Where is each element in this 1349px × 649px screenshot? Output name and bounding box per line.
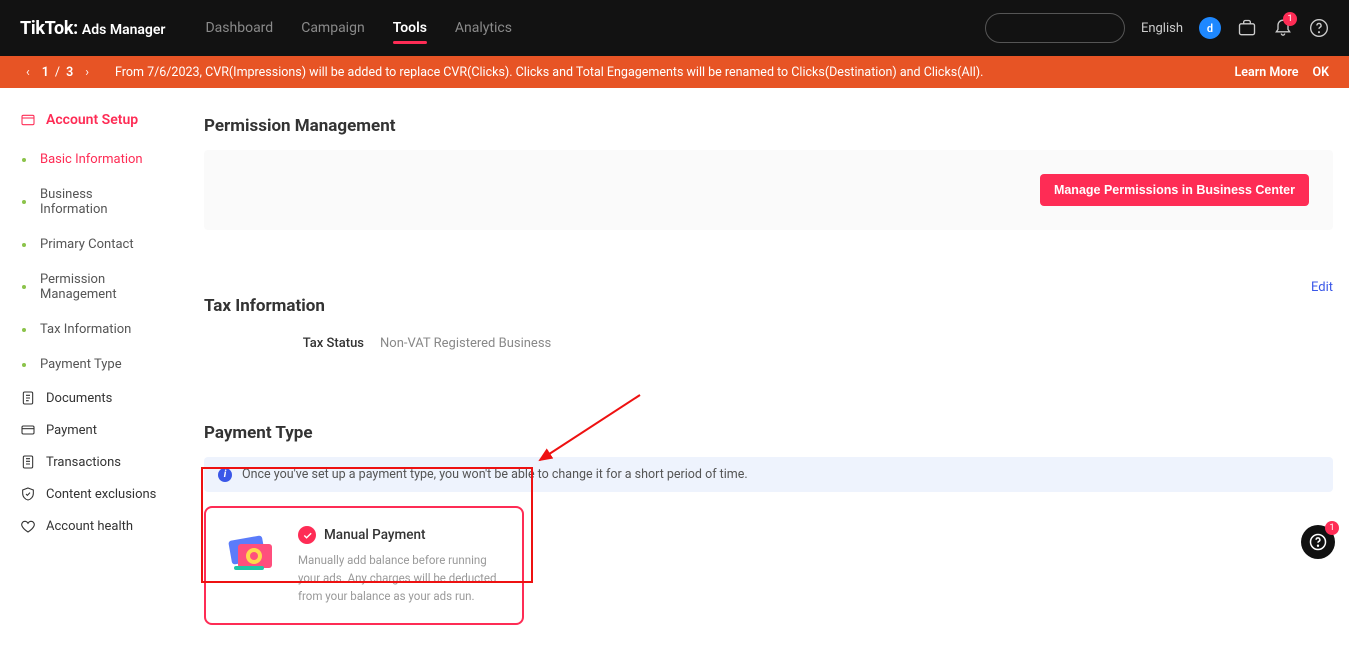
sidebar-sublist: Basic Information Business Information P… [0, 142, 179, 382]
payment-info: Manual Payment Manually add balance befo… [298, 526, 504, 605]
sidebar-payment[interactable]: Payment [0, 414, 179, 446]
nav-tools[interactable]: Tools [393, 2, 427, 54]
fab-badge: 1 [1325, 521, 1339, 535]
info-icon: i [218, 468, 232, 482]
account-setup-icon [20, 112, 36, 128]
briefcase-icon[interactable] [1237, 18, 1257, 38]
sidebar-transactions[interactable]: Transactions [0, 446, 179, 478]
sidebar-account-setup[interactable]: Account Setup [0, 106, 179, 134]
announce-prev[interactable]: ‹ [20, 65, 36, 80]
search-input[interactable] [985, 13, 1125, 43]
payment-title: Payment Type [204, 423, 1333, 457]
main-nav: Dashboard Campaign Tools Analytics [205, 2, 511, 54]
permission-management-section: Permission Management Manage Permissions… [204, 98, 1333, 254]
selected-check-icon [298, 526, 316, 544]
permission-title: Permission Management [204, 116, 1333, 150]
payment-banner-text: Once you've set up a payment type, you w… [242, 467, 748, 482]
payment-illustration [224, 526, 280, 582]
avatar[interactable]: d [1199, 17, 1221, 39]
heart-icon [20, 518, 36, 534]
nav-campaign[interactable]: Campaign [301, 2, 364, 54]
notification-badge: 1 [1283, 12, 1297, 26]
sidebar-item-business-information[interactable]: Business Information [0, 177, 179, 227]
payment-icon [20, 422, 36, 438]
sidebar-item-tax-information[interactable]: Tax Information [0, 312, 179, 347]
brand-sub: Ads Manager [82, 22, 166, 38]
announce-learn-more[interactable]: Learn More [1235, 65, 1299, 80]
manual-payment-option[interactable]: Manual Payment Manually add balance befo… [204, 506, 524, 625]
announce-sep: / [55, 65, 60, 80]
announce-next[interactable]: › [79, 65, 95, 80]
tax-title: Tax Information [204, 296, 1333, 330]
announce-message: From 7/6/2023, CVR(Impressions) will be … [115, 65, 983, 80]
question-icon [1309, 533, 1327, 551]
top-header: TikTok: Ads Manager Dashboard Campaign T… [0, 0, 1349, 56]
tax-status-row: Tax Status Non-VAT Registered Business [204, 330, 1333, 357]
nav-analytics[interactable]: Analytics [455, 2, 512, 54]
sidebar-item-permission-management[interactable]: Permission Management [0, 262, 179, 312]
help-icon[interactable] [1309, 18, 1329, 38]
sidebar-documents[interactable]: Documents [0, 382, 179, 414]
shield-icon [20, 486, 36, 502]
sidebar-item-payment-type[interactable]: Payment Type [0, 347, 179, 382]
sidebar-account-setup-label: Account Setup [46, 112, 138, 128]
payment-option-desc: Manually add balance before running your… [298, 552, 504, 605]
sidebar: Account Setup Basic Information Business… [0, 88, 180, 615]
announcement-bar: ‹ 1 / 3 › From 7/6/2023, CVR(Impressions… [0, 56, 1349, 88]
sidebar-item-primary-contact[interactable]: Primary Contact [0, 227, 179, 262]
documents-icon [20, 390, 36, 406]
top-right-controls: English d 1 [985, 13, 1329, 43]
payment-option-title: Manual Payment [324, 527, 426, 543]
sidebar-content-exclusions[interactable]: Content exclusions [0, 478, 179, 510]
tax-status-value: Non-VAT Registered Business [380, 336, 551, 351]
nav-dashboard[interactable]: Dashboard [205, 2, 273, 54]
brand-logo: TikTok: [20, 18, 78, 39]
main-content: Permission Management Manage Permissions… [180, 88, 1349, 615]
tax-status-label: Tax Status [254, 336, 364, 351]
help-fab[interactable]: 1 [1301, 525, 1335, 559]
transactions-icon [20, 454, 36, 470]
permission-body: Manage Permissions in Business Center [204, 150, 1333, 230]
notifications[interactable]: 1 [1273, 16, 1293, 40]
announce-total: 3 [66, 65, 73, 80]
payment-type-section: Payment Type i Once you've set up a paym… [204, 405, 1333, 649]
manage-permissions-button[interactable]: Manage Permissions in Business Center [1040, 174, 1309, 206]
sidebar-item-basic-information[interactable]: Basic Information [0, 142, 179, 177]
brand[interactable]: TikTok: Ads Manager [20, 18, 165, 39]
tax-information-section: Tax Information Edit Tax Status Non-VAT … [204, 278, 1333, 381]
announce-current: 1 [42, 65, 49, 80]
payment-info-banner: i Once you've set up a payment type, you… [204, 457, 1333, 492]
language-selector[interactable]: English [1141, 21, 1183, 36]
sidebar-account-health[interactable]: Account health [0, 510, 179, 542]
tax-edit-link[interactable]: Edit [1311, 280, 1333, 295]
announce-ok[interactable]: OK [1312, 65, 1329, 80]
